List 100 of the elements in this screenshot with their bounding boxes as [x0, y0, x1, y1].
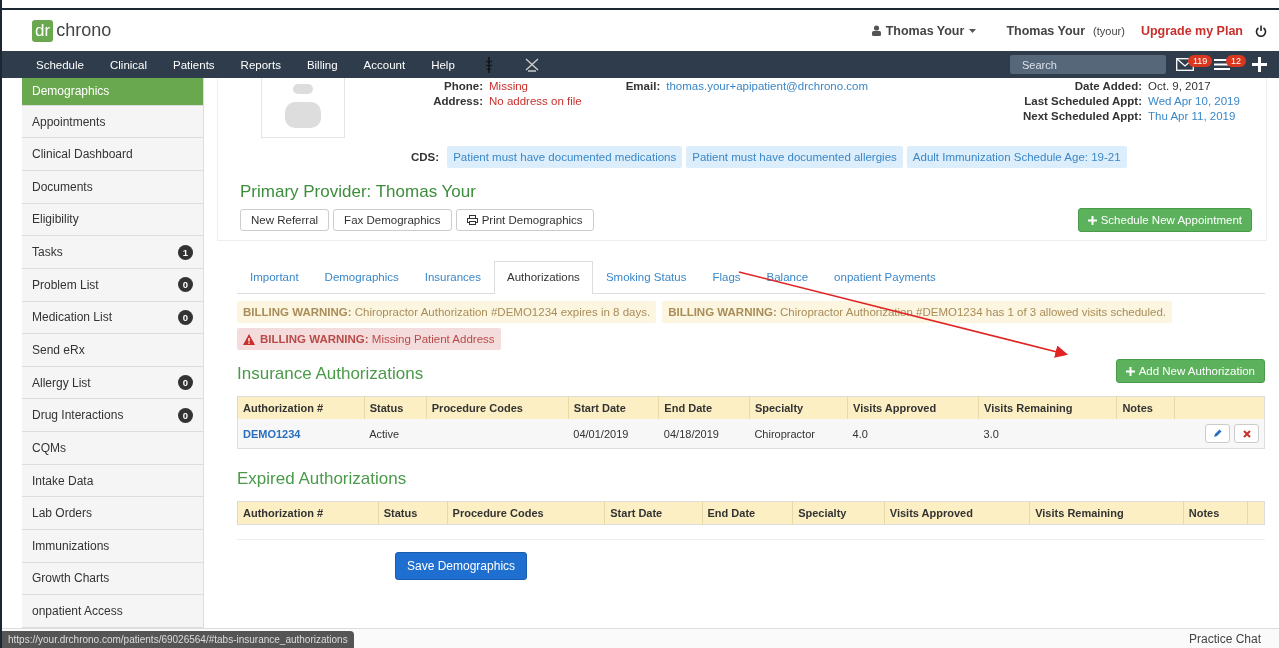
- column-header: End Date: [658, 396, 750, 419]
- caret-icon[interactable]: [969, 28, 977, 33]
- field-value[interactable]: Thu Apr 11, 2019: [1148, 110, 1252, 122]
- tab[interactable]: Flags: [699, 270, 754, 293]
- nav-menu-item[interactable]: Account: [363, 58, 406, 71]
- account-name: Thomas Your: [1006, 23, 1086, 38]
- column-header: Visits Approved: [847, 396, 979, 419]
- power-icon[interactable]: [1255, 24, 1267, 37]
- sidebar-item[interactable]: Medication List 0: [22, 301, 203, 335]
- list-icon[interactable]: [1214, 58, 1230, 71]
- tab[interactable]: Smoking Status: [592, 270, 700, 293]
- column-header: Notes: [1116, 396, 1175, 419]
- status-url: https://your.drchrono.com/patients/69026564/#tabs-insurance_authorizations: [2, 631, 354, 648]
- tab[interactable]: onpatient Payments: [821, 270, 949, 293]
- action-button[interactable]: Print Demographics: [455, 209, 594, 231]
- sidebar-label: Growth Charts: [32, 571, 110, 586]
- search-field[interactable]: Search: [1010, 55, 1166, 74]
- plus-icon: [1087, 215, 1097, 225]
- sidebar-label: Intake Data: [32, 473, 94, 488]
- save-button[interactable]: Save Demographics: [395, 552, 528, 580]
- delete-button[interactable]: [1234, 424, 1259, 443]
- action-button[interactable]: Fax Demographics: [333, 209, 452, 231]
- table-cell: 3.0: [978, 419, 1117, 449]
- sidebar-label: CQMs: [32, 440, 66, 455]
- sidebar-label: Problem List: [32, 277, 99, 292]
- close-icon: [1242, 429, 1251, 438]
- sidebar-label: Allergy List: [32, 375, 91, 390]
- nav-menu-item[interactable]: Patients: [173, 58, 215, 71]
- sidebar-label: Tasks: [32, 245, 63, 260]
- sidebar-item[interactable]: Appointments: [22, 105, 203, 139]
- edit-button[interactable]: [1205, 424, 1230, 443]
- column-header: Authorization #: [237, 396, 365, 419]
- provider-title: Primary Provider: Thomas Your: [240, 182, 477, 202]
- notification-badge: 119: [1188, 54, 1213, 67]
- field-value: Oct. 9, 2017: [1148, 80, 1212, 92]
- field-label: Next Scheduled Appt:: [1021, 110, 1142, 122]
- sidebar-item[interactable]: Growth Charts: [22, 562, 203, 596]
- user-menu[interactable]: Thomas Your: [885, 23, 965, 38]
- nav-menu-item[interactable]: Clinical: [109, 58, 148, 71]
- practice-chat-link[interactable]: Practice Chat: [1188, 631, 1261, 646]
- field-label: Date Added:: [1073, 80, 1142, 92]
- logo-mark: dr: [32, 19, 54, 42]
- column-header: Status: [364, 396, 427, 419]
- column-header: Procedure Codes: [426, 396, 569, 419]
- authorization-link[interactable]: DEMO1234: [243, 427, 301, 440]
- field-label: Address:: [432, 95, 483, 107]
- sidebar-item[interactable]: Immunizations: [22, 530, 203, 563]
- nav-menu-item[interactable]: Schedule: [36, 58, 84, 71]
- notification-badge: 12: [1226, 54, 1246, 67]
- sidebar-item[interactable]: Drug Interactions 0: [22, 399, 203, 433]
- sidebar-label: onpatient Access: [32, 604, 123, 619]
- sidebar-item[interactable]: Documents: [22, 171, 203, 204]
- nav-menu-item[interactable]: Billing: [306, 58, 338, 71]
- count-badge: 0: [178, 309, 193, 325]
- sidebar-item[interactable]: onpatient Access: [22, 595, 203, 628]
- sidebar-label: Drug Interactions: [32, 408, 124, 423]
- plus-icon: [1125, 366, 1135, 376]
- sidebar-item[interactable]: Lab Orders: [22, 497, 203, 531]
- tab[interactable]: Balance: [753, 270, 822, 293]
- table-cell: 4.0: [847, 419, 979, 449]
- field-label: CDS:: [411, 151, 440, 163]
- column-header: Specialty: [749, 396, 848, 419]
- sidebar-item[interactable]: Tasks 1: [22, 236, 203, 269]
- field-label: Last Scheduled Appt:: [1023, 95, 1142, 107]
- sidebar-item[interactable]: Send eRx: [22, 334, 203, 367]
- tab[interactable]: Authorizations: [494, 261, 593, 294]
- email-link[interactable]: thomas.your+apipatient@drchrono.com: [666, 80, 869, 94]
- column-header: End Date: [702, 501, 793, 525]
- table-cell: Chiropractor: [749, 419, 848, 449]
- sidebar-label: Lab Orders: [32, 506, 93, 521]
- tab[interactable]: Insurances: [411, 270, 494, 293]
- count-badge: 0: [178, 407, 193, 423]
- action-button[interactable]: New Referral: [240, 209, 330, 231]
- field-label: Email:: [625, 80, 661, 94]
- sidebar-item[interactable]: Problem List 0: [22, 268, 203, 302]
- warning-text: BILLING WARNING: Chiropractor Authorization #DEMO1234 expires in 8 days.: [243, 306, 651, 318]
- print-icon: [466, 215, 478, 225]
- section-title: Expired Authorizations: [237, 469, 407, 489]
- warning-text: BILLING WARNING: Missing Patient Address: [260, 333, 495, 345]
- cross-icon[interactable]: [524, 57, 539, 72]
- nav-menu-item[interactable]: Reports: [240, 58, 281, 71]
- sidebar-item[interactable]: Clinical Dashboard: [22, 138, 203, 171]
- plus-icon[interactable]: [1252, 57, 1267, 72]
- column-header: Procedure Codes: [447, 501, 605, 525]
- section-title: Insurance Authorizations: [237, 364, 424, 384]
- field-value[interactable]: Wed Apr 10, 2019: [1148, 95, 1252, 107]
- sidebar-item[interactable]: Eligibility: [22, 203, 203, 237]
- tab[interactable]: Demographics: [311, 270, 412, 293]
- sidebar-item[interactable]: CQMs: [22, 432, 203, 465]
- column-header: Specialty: [792, 501, 885, 525]
- tab[interactable]: Important: [237, 270, 312, 293]
- upgrade-link[interactable]: Upgrade my Plan: [1140, 23, 1243, 38]
- sidebar-label: Send eRx: [32, 343, 85, 357]
- column-header: Authorization #: [237, 501, 379, 525]
- column-header: [1247, 501, 1265, 525]
- count-badge: 1: [178, 244, 193, 260]
- sidebar-item[interactable]: Allergy List 0: [22, 366, 203, 400]
- sidebar-item[interactable]: Intake Data: [22, 464, 203, 498]
- sidebar-label: Documents: [32, 179, 93, 194]
- nav-menu-item[interactable]: Help: [431, 58, 455, 71]
